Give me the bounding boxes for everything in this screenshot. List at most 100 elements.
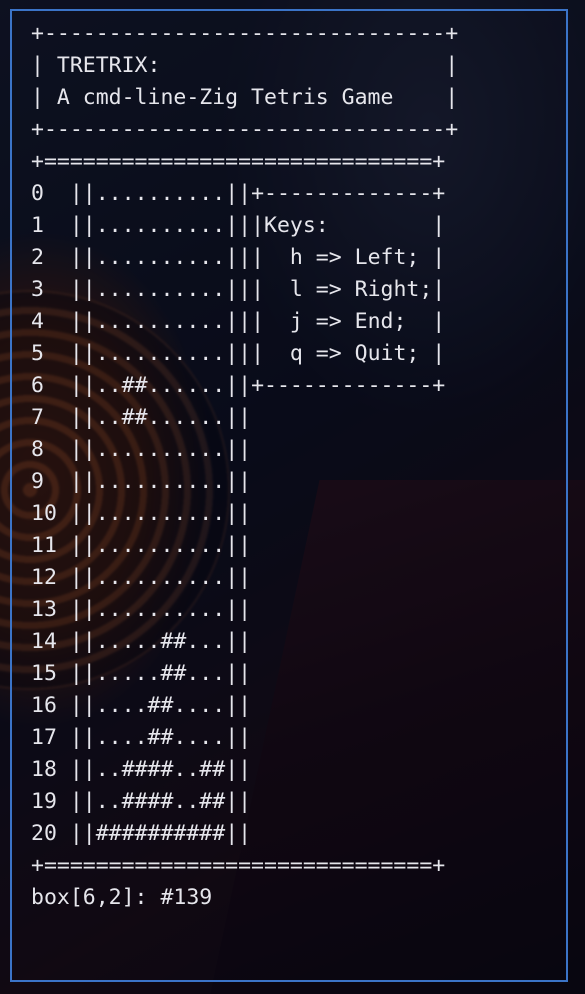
keys-panel-line: +-------------+ (251, 181, 446, 206)
row-number: 1 (31, 213, 57, 238)
keys-panel-line: | h => Left; | (251, 245, 446, 270)
row-number: 0 (31, 181, 57, 206)
board-right-wall: || (225, 661, 252, 686)
board-right-wall: || (225, 277, 252, 302)
row-number: 16 (31, 693, 57, 718)
board-cells: ########## (95, 821, 226, 846)
board-left-wall: || (56, 277, 96, 302)
board-left-wall: || (56, 725, 96, 750)
terminal-output: +-------------------------------+ | TRET… (31, 18, 458, 914)
board-cells: .......... (95, 437, 226, 462)
board-left-wall: || (56, 373, 96, 398)
board-row: 18 ||..####..##|| (31, 757, 251, 782)
board-row: 8 ||..........|| (31, 437, 251, 462)
row-number: 17 (31, 725, 57, 750)
board-cells: .....##... (95, 661, 226, 686)
board-cells: ....##.... (95, 725, 226, 750)
title-line-2: | A cmd-line-Zig Tetris Game | (31, 85, 459, 110)
board-row: 14 ||.....##...|| (31, 629, 251, 654)
board-rows: 0 ||..........||+-------------+ 1 ||....… (31, 181, 445, 846)
row-number: 15 (31, 661, 57, 686)
row-number: 6 (31, 373, 57, 398)
board-row: 3 ||..........||| l => Right;| (31, 277, 445, 302)
board-row: 12 ||..........|| (31, 565, 251, 590)
board-right-wall: || (225, 565, 252, 590)
board-cells: ....##.... (95, 693, 226, 718)
row-number: 12 (31, 565, 57, 590)
board-right-wall: || (225, 437, 252, 462)
board-row: 10 ||..........|| (31, 501, 251, 526)
board-left-wall: || (56, 693, 96, 718)
board-right-wall: || (225, 501, 252, 526)
row-number: 20 (31, 821, 57, 846)
row-number: 7 (31, 405, 57, 430)
board-cells: .......... (95, 533, 226, 558)
board-left-wall: || (56, 533, 96, 558)
board-cells: .......... (95, 245, 226, 270)
board-right-wall: || (225, 341, 252, 366)
board-cells: .......... (95, 213, 226, 238)
board-cells: .......... (95, 341, 226, 366)
keys-panel-line: |Keys: | (251, 213, 446, 238)
row-number: 2 (31, 245, 57, 270)
board-right-wall: || (225, 309, 252, 334)
board-left-wall: || (56, 789, 96, 814)
row-number: 8 (31, 437, 57, 462)
keys-panel-line: +-------------+ (251, 373, 446, 398)
board-row: 4 ||..........||| j => End; | (31, 309, 445, 334)
board-left-wall: || (56, 565, 96, 590)
board-row: 15 ||.....##...|| (31, 661, 251, 686)
keys-panel-line: | q => Quit; | (251, 341, 446, 366)
board-row: 7 ||..##......|| (31, 405, 251, 430)
board-row: 16 ||....##....|| (31, 693, 251, 718)
keys-panel-line: | l => Right;| (251, 277, 446, 302)
row-number: 3 (31, 277, 57, 302)
board-right-wall: || (225, 629, 252, 654)
board-cells: .......... (95, 277, 226, 302)
board-row: 20 ||##########|| (31, 821, 251, 846)
board-right-wall: || (225, 757, 252, 782)
board-right-wall: || (225, 725, 252, 750)
board-cells: ..##...... (95, 405, 226, 430)
board-cells: .......... (95, 565, 226, 590)
board-left-wall: || (56, 629, 96, 654)
board-cells: .......... (95, 309, 226, 334)
board-row: 2 ||..........||| h => Left; | (31, 245, 445, 270)
board-right-wall: || (225, 373, 252, 398)
board-cells: ..####..## (95, 789, 226, 814)
board-row: 9 ||..........|| (31, 469, 251, 494)
board-right-wall: || (225, 821, 252, 846)
board-left-wall: || (56, 437, 96, 462)
board-left-wall: || (56, 661, 96, 686)
board-top-border: +==============================+ (31, 149, 446, 174)
board-right-wall: || (225, 245, 252, 270)
board-cells: ..####..## (95, 757, 226, 782)
board-cells: ..##...... (95, 373, 226, 398)
row-number: 13 (31, 597, 57, 622)
board-row: 0 ||..........||+-------------+ (31, 181, 445, 206)
row-number: 5 (31, 341, 57, 366)
board-right-wall: || (225, 533, 252, 558)
title-box-top-border: +-------------------------------+ (31, 21, 459, 46)
board-right-wall: || (225, 693, 252, 718)
board-row: 11 ||..........|| (31, 533, 251, 558)
board-row: 13 ||..........|| (31, 597, 251, 622)
board-left-wall: || (56, 597, 96, 622)
terminal-window[interactable]: +-------------------------------+ | TRET… (10, 9, 568, 982)
board-left-wall: || (56, 181, 96, 206)
row-number: 19 (31, 789, 57, 814)
board-cells: .......... (95, 469, 226, 494)
row-number: 10 (31, 501, 57, 526)
board-left-wall: || (56, 501, 96, 526)
board-right-wall: || (225, 181, 252, 206)
board-cells: .......... (95, 597, 226, 622)
row-number: 11 (31, 533, 57, 558)
title-box-bottom-border: +-------------------------------+ (31, 117, 459, 142)
keys-panel-line: | j => End; | (251, 309, 446, 334)
board-right-wall: || (225, 213, 252, 238)
board-right-wall: || (225, 789, 252, 814)
board-right-wall: || (225, 597, 252, 622)
board-row: 19 ||..####..##|| (31, 789, 251, 814)
board-right-wall: || (225, 469, 252, 494)
row-number: 9 (31, 469, 57, 494)
